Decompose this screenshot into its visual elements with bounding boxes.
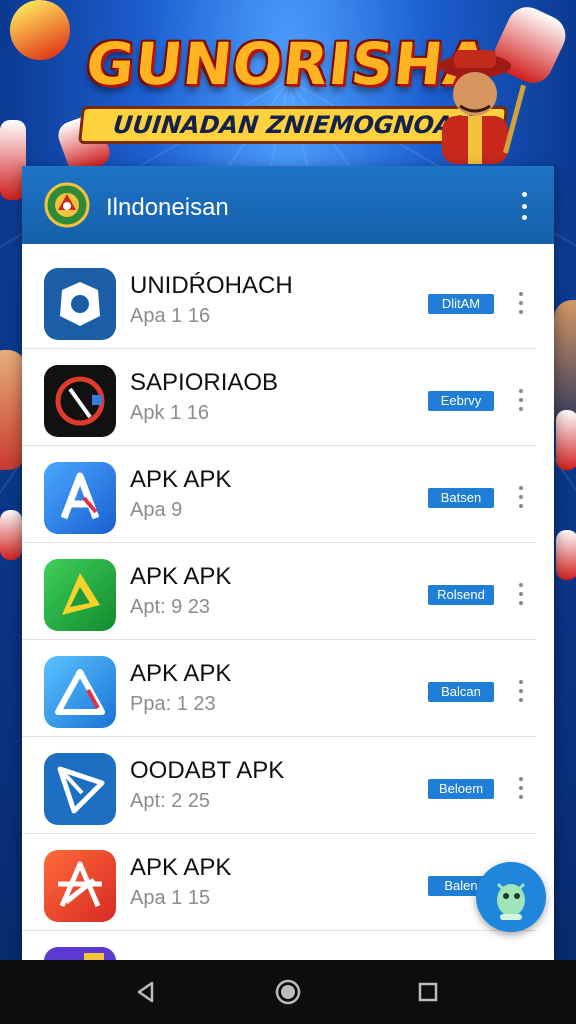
home-icon[interactable]: [274, 978, 302, 1006]
download-button[interactable]: Balcan: [428, 682, 494, 702]
mascot-man-icon: [439, 50, 526, 164]
app-version: Apa 9: [130, 499, 183, 521]
garuda-emblem-icon: [44, 182, 90, 228]
more-vert-icon[interactable]: [516, 777, 526, 799]
card-header: Ilndoneisan: [22, 166, 554, 244]
more-vert-icon[interactable]: [516, 680, 526, 702]
play-arrow-icon: [44, 559, 116, 631]
more-vert-icon[interactable]: [514, 192, 534, 220]
app-version: Apa 1 15: [130, 887, 211, 909]
more-vert-icon[interactable]: [516, 486, 526, 508]
app-version: Ppa: 1 23: [130, 693, 216, 715]
list-item[interactable]: APK APK Apa 1 15 Balen: [22, 834, 536, 931]
camera-shutter-icon: [44, 268, 116, 340]
app-list: UNIDŔOHACH Apa 1 16 DlitAM SAPIORIAOB Ap…: [22, 252, 554, 960]
list-item[interactable]: UNIDŔOHACH Apa 1 16 DlitAM: [22, 252, 536, 349]
app-version: Apk 1 16: [130, 402, 209, 424]
list-item[interactable]: SAPIORIAOB Apk 1 16 Eebrvy: [22, 349, 536, 446]
app-version: Apa 1 16: [130, 305, 211, 327]
app-name: APK APK: [130, 563, 232, 590]
back-icon[interactable]: [132, 978, 160, 1006]
navigation-bar: [0, 960, 576, 1024]
red-arc-icon: [44, 365, 116, 437]
red-bottle-icon: [556, 530, 576, 580]
red-bottle-icon: [0, 510, 22, 560]
red-bottle-icon: [556, 410, 576, 470]
app-name: APK APK: [130, 660, 232, 687]
app-name: APK APK: [130, 466, 232, 493]
app-name: OODABT APK: [130, 757, 285, 784]
more-vert-icon[interactable]: [516, 389, 526, 411]
app-icon-partial: [44, 947, 116, 960]
list-item[interactable]: APK APK Ppa: 1 23 Balcan: [22, 640, 536, 737]
download-button[interactable]: DlitAM: [428, 294, 494, 314]
app-version: Apt: 2 25: [130, 790, 211, 812]
more-vert-icon[interactable]: [516, 292, 526, 314]
list-item[interactable]: OODABT APK Apt: 2 25 Beloem: [22, 737, 536, 834]
recents-icon[interactable]: [414, 978, 442, 1006]
list-item[interactable]: APK APK Apa 9 Batsen: [22, 446, 536, 543]
card-title: Ilndoneisan: [106, 194, 229, 221]
paper-plane-icon: [44, 753, 116, 825]
download-button[interactable]: Rolsend: [428, 585, 494, 605]
download-button[interactable]: Batsen: [428, 488, 494, 508]
app-name: SAPIORIAOB: [130, 369, 279, 396]
star-a-icon: [44, 850, 116, 922]
app-name: UNIDŔOHACH: [130, 272, 293, 299]
download-button[interactable]: Eebrvy: [428, 391, 494, 411]
robot-icon[interactable]: [476, 862, 546, 932]
app-version: Apt: 9 23: [130, 596, 211, 618]
list-item[interactable]: [22, 931, 536, 960]
more-vert-icon[interactable]: [516, 583, 526, 605]
list-item[interactable]: APK APK Apt: 9 23 Rolsend: [22, 543, 536, 640]
download-button[interactable]: Beloem: [428, 779, 494, 799]
app-name: APK APK: [130, 854, 232, 881]
triangle-a-icon: [44, 656, 116, 728]
app-list-card: Ilndoneisan UNIDŔOHACH Apa 1 16 DlitAM S…: [22, 166, 554, 960]
letter-a-icon: [44, 462, 116, 534]
